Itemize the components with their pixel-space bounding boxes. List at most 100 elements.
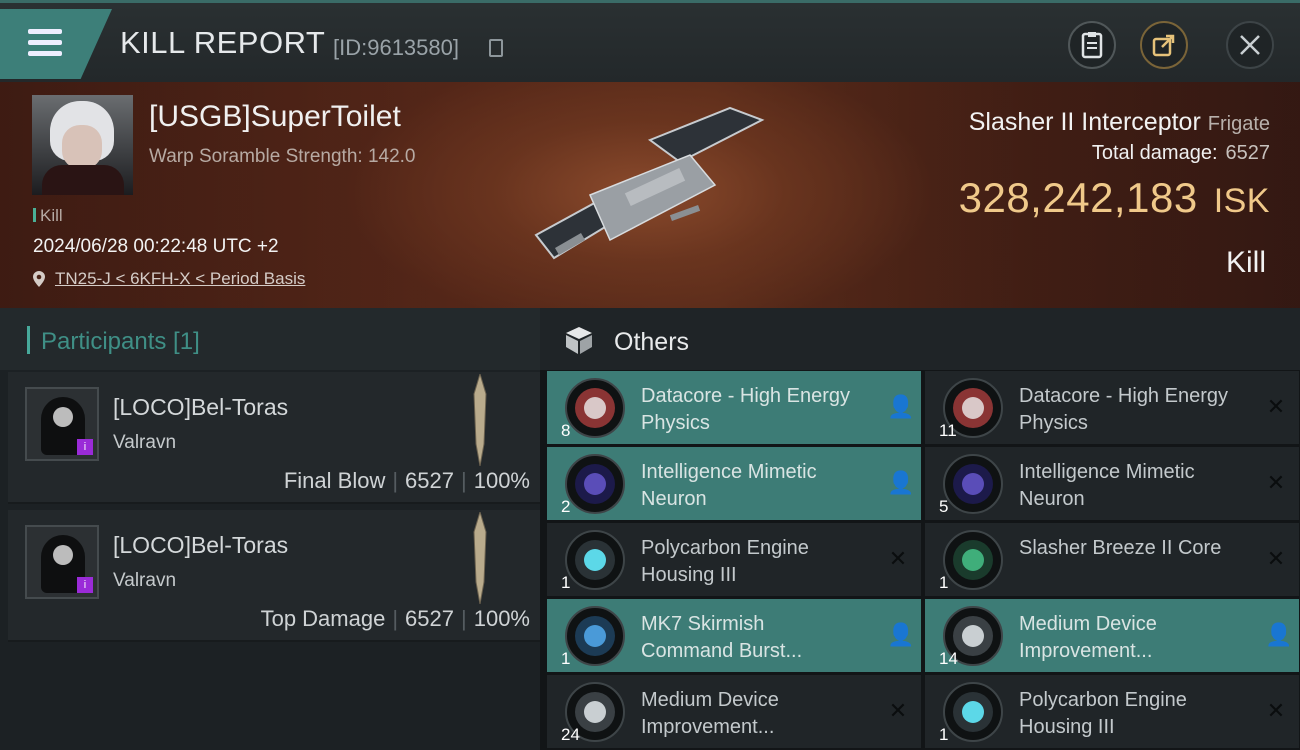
others-item[interactable]: 1 MK7 Skirmish Command Burst... 👤 <box>547 599 921 672</box>
close-icon <box>1240 35 1260 55</box>
neuron-icon <box>943 454 1003 514</box>
item-quantity: 1 <box>939 573 949 592</box>
total-damage-label: Total damage: <box>1091 142 1218 164</box>
ship-name-label: Slasher II Interceptor <box>968 108 1201 136</box>
location-link[interactable]: TN25-J < 6KFH-X < Period Basis <box>55 269 305 289</box>
participant-stats: Final Blow | 6527 | 100% <box>283 468 530 493</box>
participant-row[interactable]: i [LOCO]Bel-Toras Valravn Top Damage | 652… <box>8 510 540 642</box>
close-icon[interactable]: ✕ <box>1265 396 1287 418</box>
item-name: Intelligence Mimetic Neuron <box>641 461 817 510</box>
clipboard-icon <box>1081 32 1103 59</box>
participant-stats: Top Damage | 6527 | 100% <box>260 606 530 631</box>
participant-avatar[interactable]: i <box>25 387 99 461</box>
kill-location[interactable]: TN25-J < 6KFH-X < Period Basis <box>33 269 305 289</box>
item-name: Slasher Breeze II Core <box>1019 537 1222 559</box>
neuron-icon <box>565 454 625 514</box>
victim-avatar[interactable] <box>32 95 133 195</box>
burst-icon <box>565 606 625 666</box>
warp-scramble-strength: Warp Soramble Strength: 142.0 <box>149 146 416 167</box>
participant-name: [LOCO]Bel-Toras <box>113 532 289 558</box>
participants-header[interactable]: Participants [1] <box>0 308 540 370</box>
ship-class: Frigate <box>1207 113 1270 135</box>
core-icon <box>943 530 1003 590</box>
item-name: Medium Device Improvement... <box>1019 613 1157 662</box>
copy-icon[interactable] <box>489 39 503 57</box>
kill-id: [ID:9613580] <box>333 35 459 60</box>
others-item[interactable]: 1 Slasher Breeze II Core ✕ <box>925 523 1299 596</box>
participants-title: Participants [1] <box>41 328 200 355</box>
menu-button[interactable] <box>0 9 112 79</box>
info-badge-icon: i <box>77 577 93 593</box>
close-icon[interactable]: ✕ <box>887 548 909 570</box>
item-name: Datacore - High Energy Physics <box>641 385 850 434</box>
page-title: KILL REPORT <box>120 25 326 60</box>
participant-role: Final Blow <box>283 468 386 493</box>
participant-damage: 6527 <box>405 468 454 493</box>
engine-icon <box>565 530 625 590</box>
isk-value: 328,242,183 ISK <box>959 174 1270 222</box>
menu-icon-line <box>28 29 62 34</box>
item-name: Polycarbon Engine Housing III <box>641 537 809 586</box>
close-icon[interactable]: ✕ <box>1265 548 1287 570</box>
item-name: Datacore - High Energy Physics <box>1019 385 1228 434</box>
others-item[interactable]: 11 Datacore - High Energy Physics ✕ <box>925 371 1299 444</box>
victim-name[interactable]: [USGB]SuperToilet <box>149 100 401 134</box>
participant-row[interactable]: i [LOCO]Bel-Toras Valravn Final Blow | 652… <box>8 372 540 504</box>
participant-name: [LOCO]Bel-Toras <box>113 394 289 420</box>
close-icon[interactable]: ✕ <box>1265 700 1287 722</box>
close-icon[interactable]: ✕ <box>1265 472 1287 494</box>
item-quantity: 11 <box>939 421 957 440</box>
info-badge-icon: i <box>77 439 93 455</box>
participant-percent: 100% <box>473 606 530 631</box>
total-damage: Total damage: 6527 <box>1092 142 1270 165</box>
participant-percent: 100% <box>473 468 530 493</box>
others-item[interactable]: 24 Medium Device Improvement... ✕ <box>547 675 921 748</box>
report-button[interactable] <box>1068 21 1116 69</box>
item-name: Polycarbon Engine Housing III <box>1019 689 1187 738</box>
others-item[interactable]: 2 Intelligence Mimetic Neuron 👤 <box>547 447 921 520</box>
kill-tag-label: Kill <box>40 206 63 225</box>
others-item[interactable]: 1 Polycarbon Engine Housing III ✕ <box>547 523 921 596</box>
item-name: MK7 Skirmish Command Burst... <box>641 613 803 662</box>
weapon-icon <box>473 374 487 466</box>
item-quantity: 8 <box>561 421 571 440</box>
others-item[interactable]: 14 Medium Device Improvement... 👤 <box>925 599 1299 672</box>
person-icon[interactable]: 👤 <box>1265 624 1292 646</box>
person-icon[interactable]: 👤 <box>887 396 914 418</box>
others-item[interactable]: 8 Datacore - High Energy Physics 👤 <box>547 371 921 444</box>
participant-avatar[interactable]: i <box>25 525 99 599</box>
result-label: Kill <box>1225 246 1266 279</box>
ship-name[interactable]: Slasher II Interceptor Frigate <box>969 108 1270 137</box>
share-button[interactable] <box>1140 21 1188 69</box>
participant-ship: Valravn <box>113 432 177 453</box>
others-header: Others <box>540 308 1300 370</box>
top-bar: KILL REPORT [ID:9613580] <box>0 0 1300 82</box>
item-quantity: 1 <box>561 649 571 668</box>
others-title: Others <box>614 328 690 356</box>
menu-icon-line <box>28 51 62 56</box>
item-quantity: 5 <box>939 497 949 516</box>
engine-icon <box>943 682 1003 742</box>
item-quantity: 1 <box>939 725 949 744</box>
share-icon <box>1152 34 1175 57</box>
cube-icon <box>566 327 592 354</box>
participant-role: Top Damage <box>260 606 386 631</box>
total-damage-value: 6527 <box>1225 142 1271 164</box>
participant-ship: Valravn <box>113 570 177 591</box>
person-icon[interactable]: 👤 <box>887 624 914 646</box>
kill-tag: Kill <box>33 206 63 226</box>
menu-icon-line <box>28 40 62 45</box>
kill-datetime: 2024/06/28 00:22:48 UTC +2 <box>33 236 279 257</box>
item-quantity: 24 <box>561 725 580 744</box>
datacore-icon <box>565 378 625 438</box>
isk-unit: ISK <box>1213 182 1270 220</box>
ship-image <box>534 106 765 260</box>
item-name: Medium Device Improvement... <box>641 689 779 738</box>
weapon-icon <box>473 512 487 604</box>
others-item[interactable]: 1 Polycarbon Engine Housing III ✕ <box>925 675 1299 748</box>
close-icon[interactable]: ✕ <box>887 700 909 722</box>
close-button[interactable] <box>1226 21 1274 69</box>
others-item[interactable]: 5 Intelligence Mimetic Neuron ✕ <box>925 447 1299 520</box>
participant-damage: 6527 <box>405 606 454 631</box>
person-icon[interactable]: 👤 <box>887 472 914 494</box>
